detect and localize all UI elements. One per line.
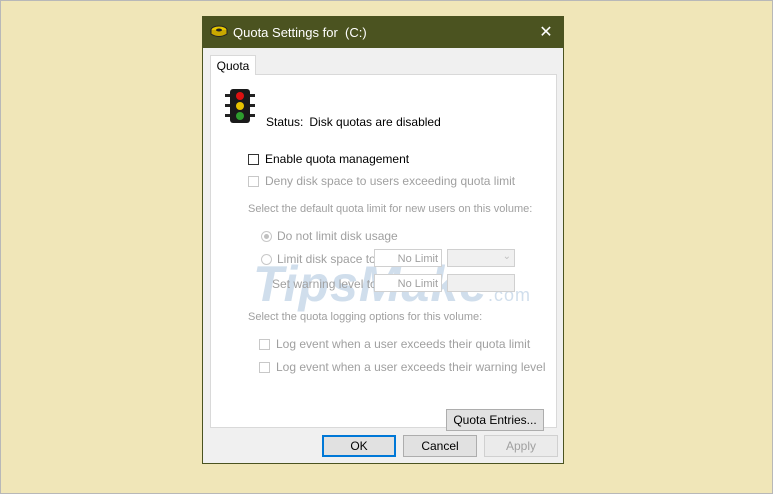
- log-limit-checkbox[interactable]: [259, 338, 270, 350]
- status-value: Disk quotas are disabled: [309, 115, 441, 129]
- quota-entries-button[interactable]: Quota Entries...: [446, 409, 544, 431]
- quota-tab-panel: Status: Disk quotas are disabled Enable q…: [210, 74, 557, 431]
- log-warning-label: Log event when a user exceeds their warn…: [276, 360, 546, 374]
- limit-space-option[interactable]: Limit disk space to: [261, 252, 376, 266]
- close-button[interactable]: ✕: [529, 17, 563, 48]
- enable-quota-label: Enable quota management: [265, 152, 410, 166]
- cancel-button[interactable]: Cancel: [403, 435, 477, 457]
- default-limit-heading: Select the default quota limit for new u…: [248, 203, 533, 215]
- no-limit-option[interactable]: Do not limit disk usage: [261, 229, 398, 243]
- log-limit-option[interactable]: Log event when a user exceeds their quot…: [259, 337, 530, 351]
- chevron-down-icon: ⌄: [502, 251, 511, 262]
- limit-space-label: Limit disk space to: [277, 252, 376, 266]
- logging-heading: Select the quota logging options for thi…: [248, 311, 483, 323]
- ok-button[interactable]: OK: [322, 435, 396, 457]
- status-label: Status:: [266, 115, 304, 129]
- traffic-light-icon: [225, 89, 255, 123]
- log-limit-label: Log event when a user exceeds their quot…: [276, 337, 531, 351]
- enable-quota-checkbox[interactable]: [248, 153, 259, 165]
- drive-icon: [210, 25, 228, 37]
- warning-value-field[interactable]: No Limit: [374, 274, 442, 292]
- status-text: Status: Disk quotas are disabled: [266, 115, 441, 129]
- limit-value-field[interactable]: No Limit: [374, 249, 442, 267]
- deny-space-checkbox[interactable]: [248, 175, 259, 187]
- log-warning-option[interactable]: Log event when a user exceeds their warn…: [259, 360, 546, 374]
- quota-settings-dialog: Quota Settings for (C:) ✕ Quota Status: D…: [202, 16, 564, 464]
- warning-level-row: Set warning level to: [272, 277, 377, 291]
- no-limit-radio[interactable]: [261, 230, 272, 242]
- title-bar: Quota Settings for (C:) ✕: [203, 17, 563, 48]
- limit-unit-dropdown[interactable]: ⌄: [447, 249, 515, 267]
- no-limit-label: Do not limit disk usage: [277, 229, 398, 243]
- apply-button[interactable]: Apply: [484, 435, 558, 457]
- warning-level-label: Set warning level to: [272, 277, 377, 291]
- log-warning-checkbox[interactable]: [259, 361, 270, 373]
- deny-space-option[interactable]: Deny disk space to users exceeding quota…: [248, 174, 515, 188]
- close-icon: ✕: [539, 24, 553, 41]
- warning-unit-dropdown[interactable]: [447, 274, 515, 292]
- tab-quota[interactable]: Quota: [210, 55, 256, 75]
- dialog-title: Quota Settings for (C:): [233, 25, 367, 40]
- enable-quota-option[interactable]: Enable quota management: [248, 152, 409, 166]
- deny-space-label: Deny disk space to users exceeding quota…: [265, 174, 516, 188]
- limit-space-radio[interactable]: [261, 253, 272, 265]
